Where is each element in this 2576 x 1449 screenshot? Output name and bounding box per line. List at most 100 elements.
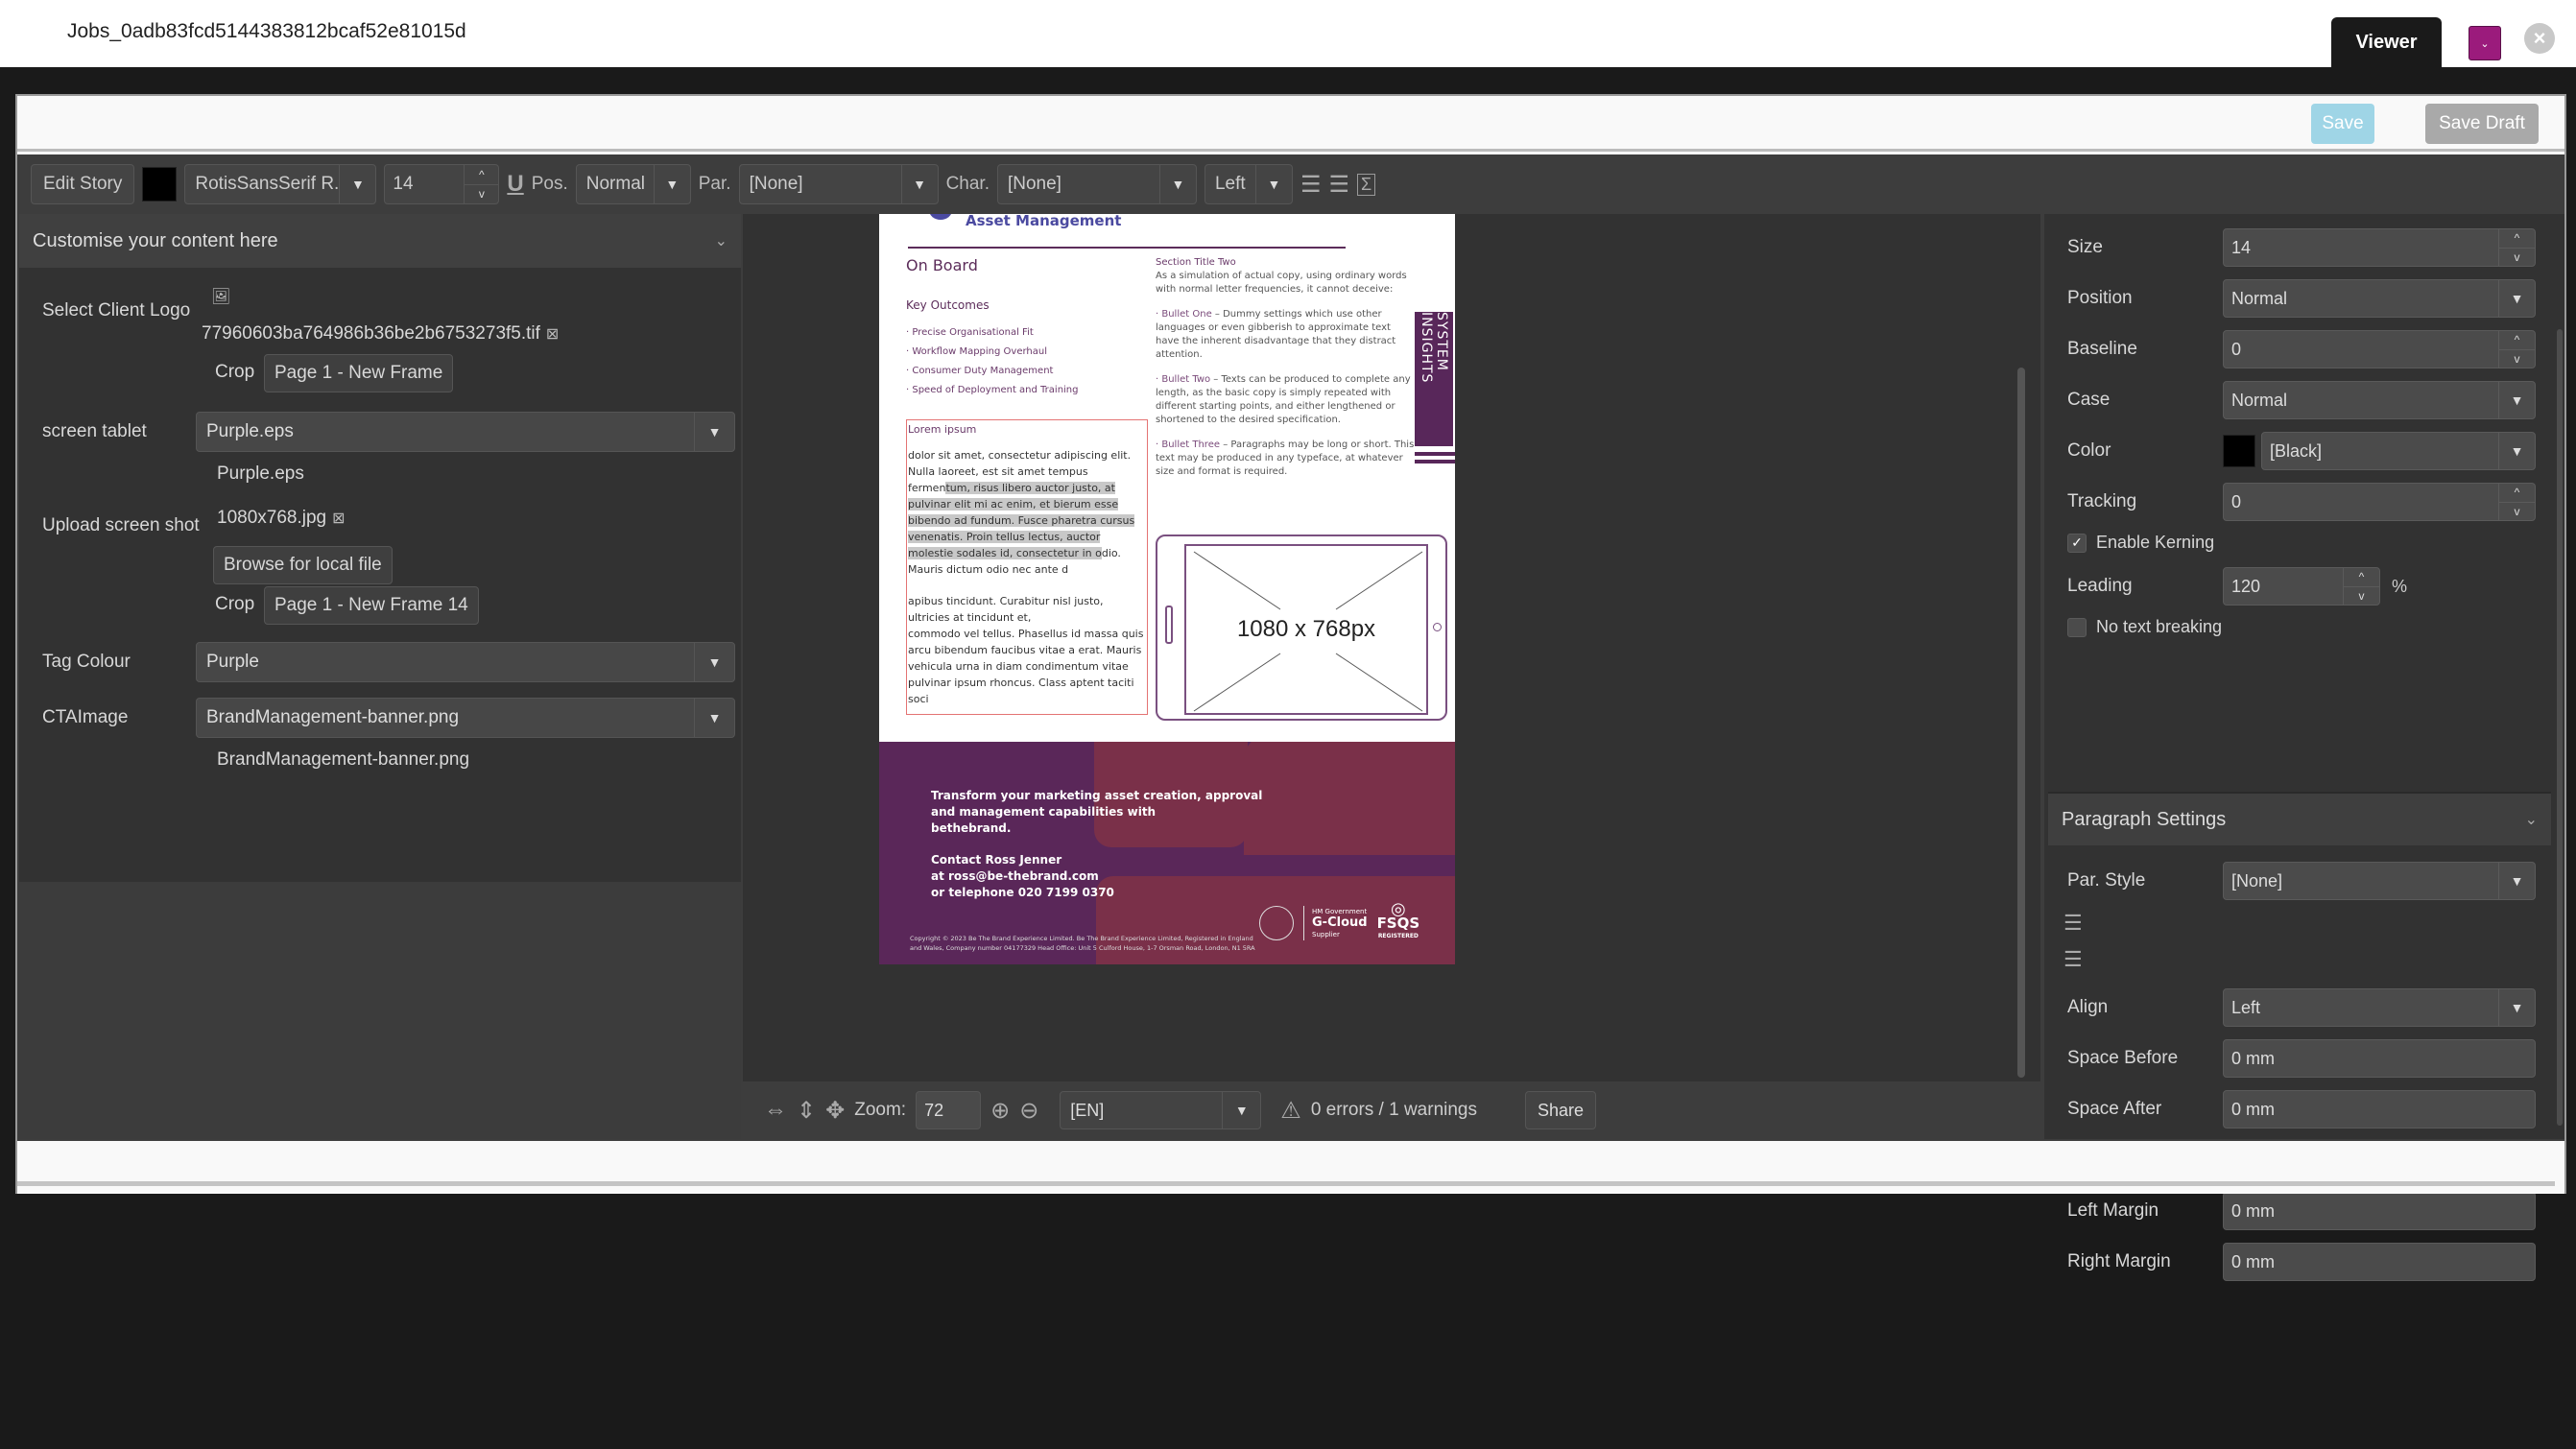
browse-local-file-button[interactable]: Browse for local file [213,546,393,584]
logo-mark [929,214,952,220]
horizontal-scrollbar[interactable] [17,1181,2555,1186]
right-margin-input[interactable]: 0 mm [2223,1243,2536,1281]
properties-scrollbar[interactable] [2557,329,2563,1126]
increment-icon[interactable]: ^ [2499,229,2535,249]
par-label: Par. [698,174,731,194]
save-button[interactable]: Save [2311,104,2374,144]
align-select[interactable]: Left ▼ [2223,988,2536,1027]
position-select[interactable]: Normal ▼ [575,164,691,204]
section-two-intro: As a simulation of actual copy, using or… [1156,271,1407,295]
canvas-scrollbar[interactable] [2017,368,2025,1078]
space-after-row: Space After 0 mm [2067,1089,2536,1129]
screen-tablet-select[interactable]: Purple.eps ▼ [196,412,735,452]
decrement-icon[interactable]: v [2499,249,2535,267]
chevron-down-icon: ▼ [2498,863,2535,899]
share-button[interactable]: Share [1525,1091,1597,1129]
left-margin-input[interactable]: 0 mm [2223,1192,2536,1230]
case-select[interactable]: Normal ▼ [2223,381,2536,419]
indent-left-icon[interactable]: ☰ [2063,947,2083,972]
crest-icon [1259,906,1294,940]
color-swatch[interactable] [2223,435,2255,467]
chevron-down-icon: ⌄ [714,233,727,249]
leading-stepper[interactable]: 120 ^ v [2223,567,2380,606]
decrement-icon[interactable]: v [2344,587,2379,606]
space-before-input[interactable]: 0 mm [2223,1039,2536,1078]
story-text[interactable]: Lorem ipsum dolor sit amet, consectetur … [908,421,1148,707]
crop-label: Crop [215,362,255,382]
increment-icon[interactable]: ^ [2499,484,2535,503]
screen-shot-crop-button[interactable]: Page 1 - New Frame 14 [264,586,479,625]
image-placeholder[interactable]: 1080 x 768px [1184,544,1428,715]
tag-stripes [1415,452,1455,467]
underline-icon[interactable]: U [507,171,523,198]
chevron-down-icon: ▼ [1222,1092,1260,1128]
character-style-select[interactable]: [None] ▼ [996,164,1197,204]
leading-unit: % [2392,576,2408,596]
chevron-down-icon: ▼ [2498,280,2535,317]
space-after-input[interactable]: 0 mm [2223,1090,2536,1128]
tracking-stepper[interactable]: 0 ^ v [2223,483,2536,521]
client-logo-crop-button[interactable]: Page 1 - New Frame [264,354,454,392]
font-select[interactable]: RotisSansSerif R... ▼ [184,164,377,204]
indent-right-icon[interactable]: ☰ [2063,911,2083,936]
menu-dropdown-button[interactable]: ⌄ [2469,26,2501,60]
client-logo-label: Select Client Logo [42,300,191,321]
save-draft-button[interactable]: Save Draft [2425,104,2539,144]
tab-viewer[interactable]: Viewer [2331,17,2442,67]
increment-icon[interactable]: ^ [2499,331,2535,350]
chevron-down-icon: ⌄ [2480,37,2490,50]
properties-panel: Size 14 ^ v Position Normal ▼ Baseline 0 ^ v … [2044,214,2564,1281]
chevron-down-icon: ▼ [2498,989,2535,1026]
text-color-swatch[interactable] [142,167,178,202]
align-select[interactable]: Left ▼ [1204,164,1293,204]
tag-colour-select[interactable]: Purple ▼ [196,642,735,682]
remove-image-icon[interactable]: ⊠ [332,509,345,528]
color-select[interactable]: [Black] ▼ [2261,432,2536,470]
language-select[interactable]: [EN] ▼ [1060,1091,1262,1129]
fit-width-icon[interactable]: ⇔ [764,1097,787,1124]
indent-left-icon[interactable]: ☰ [1329,171,1350,199]
zoom-in-icon[interactable]: ⊕ [990,1097,1010,1125]
chevron-down-icon: ⌄ [2524,812,2538,828]
paragraph-style-select[interactable]: [None] ▼ [738,164,939,204]
section-two-title: Section Title Two [1156,257,1236,268]
image-select-icon[interactable]: 🖼 [211,287,230,306]
fit-page-icon[interactable]: ✥ [825,1097,845,1125]
enable-kerning-checkbox[interactable]: ✓ Enable Kerning [2067,533,2214,553]
increment-icon[interactable]: ^ [2344,568,2379,587]
cta-image-select[interactable]: BrandManagement-banner.png ▼ [196,698,735,738]
warning-icon[interactable]: ⚠ [1280,1097,1301,1125]
customise-panel-footer [19,882,741,1139]
decrement-icon[interactable]: v [2499,350,2535,368]
decrement-icon[interactable]: v [2499,503,2535,521]
zoom-out-icon[interactable]: ⊖ [1019,1097,1038,1125]
document-canvas[interactable]: Asset Management On Board Key Outcomes ·… [743,214,2040,1081]
fit-height-icon[interactable]: ⇕ [797,1097,816,1125]
sigma-icon[interactable]: Σ [1357,173,1376,196]
no-text-breaking-checkbox[interactable]: No text breaking [2067,617,2222,637]
space-before-row: Space Before 0 mm [2067,1038,2536,1079]
indent-right-icon[interactable]: ☰ [1300,171,1322,199]
increment-icon[interactable]: ^ [465,165,499,185]
chevron-down-icon: ▼ [1254,165,1292,203]
font-size-stepper[interactable]: 14 ^ v [384,164,500,204]
close-button[interactable]: × [2524,23,2555,54]
right-margin-row: Right Margin 0 mm [2067,1242,2536,1282]
align-row: Align Left ▼ [2067,987,2536,1028]
edit-story-button[interactable]: Edit Story [31,164,135,204]
par-style-select[interactable]: [None] ▼ [2223,862,2536,900]
tag-colour-label: Tag Colour [42,652,131,672]
size-stepper[interactable]: 14 ^ v [2223,228,2536,267]
position-select[interactable]: Normal ▼ [2223,279,2536,318]
remove-image-icon[interactable]: ⊠ [546,324,559,344]
customise-panel-header[interactable]: Customise your content here ⌄ [19,214,741,268]
pos-label: Pos. [531,174,568,194]
paragraph-settings-header[interactable]: Paragraph Settings ⌄ [2048,792,2551,845]
certification-logos: HM Government G-Cloud Supplier ◎ FSQS RE… [1259,901,1419,943]
baseline-stepper[interactable]: 0 ^ v [2223,330,2536,368]
decrement-icon[interactable]: v [465,185,498,204]
zoom-input[interactable]: 72 [916,1091,982,1129]
preflight-status[interactable]: 0 errors / 1 warnings [1311,1100,1477,1121]
char-label: Char. [945,174,990,194]
chevron-down-icon: ▼ [694,643,734,681]
